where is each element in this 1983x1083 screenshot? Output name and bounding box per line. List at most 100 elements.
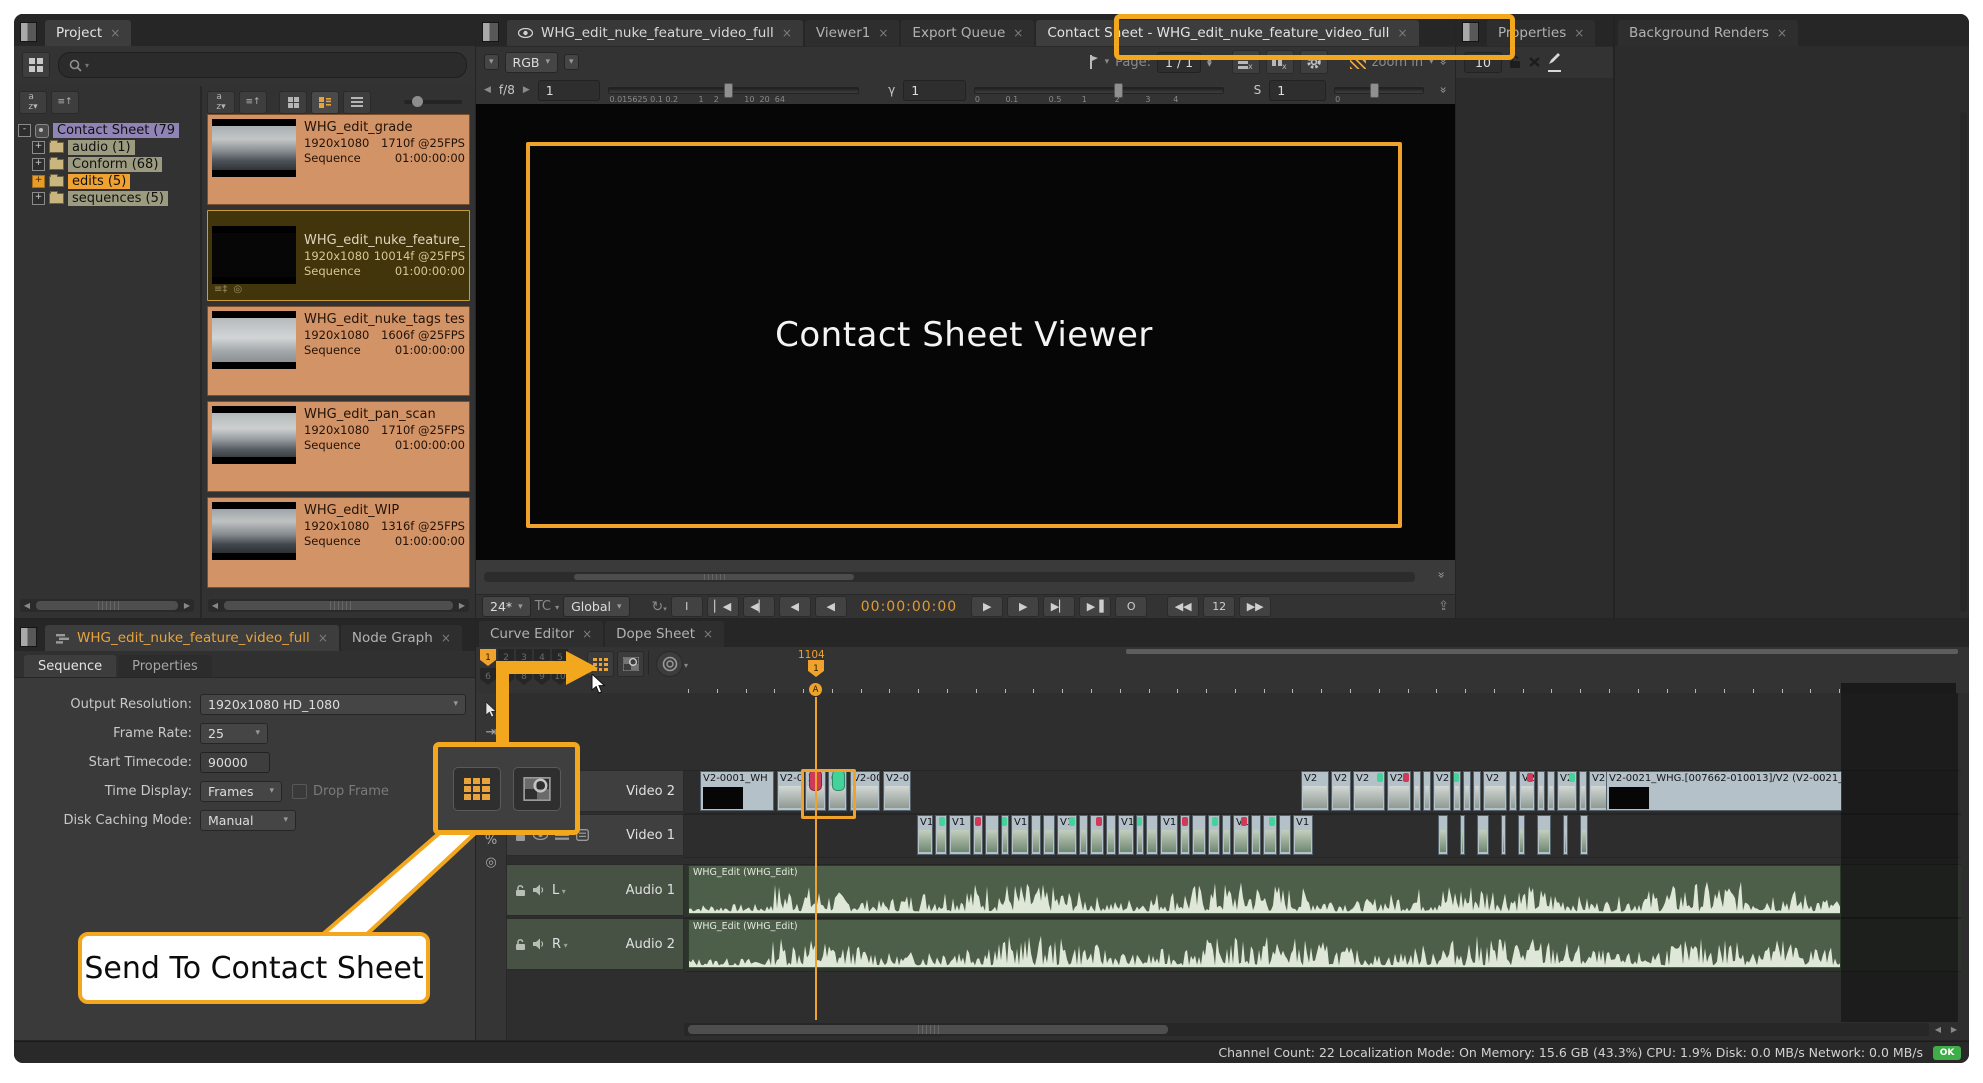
- timeline-clip[interactable]: [1413, 771, 1421, 811]
- timeline-hscrollbar[interactable]: [684, 1023, 1929, 1036]
- timeline-clip[interactable]: [1251, 815, 1261, 855]
- scrollbar-thumb[interactable]: [574, 574, 854, 580]
- range-dropdown[interactable]: Global▾: [563, 596, 629, 617]
- timeline-clip[interactable]: [1423, 771, 1431, 811]
- timeline-clip[interactable]: [1146, 815, 1158, 855]
- timeline-clip[interactable]: [1547, 771, 1555, 811]
- detail-view-button[interactable]: [311, 91, 339, 114]
- timeline-clip[interactable]: [1222, 815, 1231, 855]
- tab-properties[interactable]: Properties ×: [1487, 20, 1595, 46]
- contact-sheet-cols-button[interactable]: x: [1266, 50, 1294, 74]
- scroll-right-icon[interactable]: ▶: [455, 599, 469, 612]
- rate-value[interactable]: 12: [1203, 596, 1235, 617]
- gamma-value[interactable]: 1: [903, 80, 966, 101]
- goto-start-button[interactable]: ▏◀: [707, 596, 739, 617]
- playhead-line[interactable]: [815, 697, 817, 1020]
- tab-node-graph[interactable]: Node Graph ×: [341, 625, 462, 651]
- prev-edit-button[interactable]: ◀▏: [743, 596, 775, 617]
- timeline-clip[interactable]: [1463, 771, 1471, 811]
- timeline-clip[interactable]: V2: [1433, 771, 1451, 811]
- timeline-clip[interactable]: V2: [1301, 771, 1329, 811]
- scroll-right-icon[interactable]: ▶: [180, 599, 194, 612]
- node-count-field[interactable]: 10: [1464, 52, 1502, 73]
- clip-card[interactable]: WHG_edit_pan_scan1920x10801710f @25FPSSe…: [207, 401, 470, 492]
- panel-menu-icon[interactable]: [20, 22, 37, 42]
- timeline-clip[interactable]: [1509, 771, 1517, 811]
- timeline-clip[interactable]: V1: [949, 815, 971, 855]
- tab-viewer1[interactable]: Viewer1 ×: [805, 20, 900, 46]
- saturation-slider[interactable]: 0: [1334, 87, 1424, 94]
- playhead-badge[interactable]: A: [809, 683, 822, 696]
- gain-slider[interactable]: 0.015625 0.1 0.2 1 2 10 20 64: [608, 87, 858, 94]
- tree-toggle-icon[interactable]: +: [32, 175, 45, 188]
- mini-dropdown[interactable]: ▾: [484, 54, 499, 70]
- timeline-clip[interactable]: V2-0(: [883, 771, 911, 811]
- chevron-down-icon[interactable]: ▾: [1429, 57, 1434, 67]
- timeline-clip[interactable]: [1579, 771, 1587, 811]
- close-icon[interactable]: ×: [1013, 27, 1023, 39]
- close-icon[interactable]: ×: [878, 27, 888, 39]
- tree-toggle-icon[interactable]: +: [32, 192, 45, 205]
- timeline-clip[interactable]: [1279, 815, 1291, 855]
- timeline-clip[interactable]: [1501, 815, 1506, 855]
- layer-dropdown[interactable]: ▾: [564, 54, 579, 70]
- timeline-clip[interactable]: [1438, 815, 1448, 855]
- view-mode-button[interactable]: [22, 52, 50, 78]
- edit-mode-toggle[interactable]: [1548, 52, 1561, 72]
- timeline-clip[interactable]: [1090, 815, 1104, 855]
- loop-mode-icon[interactable]: ↻▾: [652, 599, 667, 615]
- scroll-right-icon[interactable]: ▶: [1947, 1023, 1961, 1036]
- flag-icon[interactable]: [1089, 55, 1099, 69]
- timeline-clip[interactable]: V2: [1387, 771, 1411, 811]
- close-icon[interactable]: ×: [703, 628, 713, 640]
- close-icon[interactable]: ×: [582, 628, 592, 640]
- viewer-hscrollbar[interactable]: [484, 572, 1415, 582]
- clip-card[interactable]: WHG_edit_nuke_feature_video_full1920x108…: [207, 210, 470, 301]
- viewer-canvas[interactable]: Contact Sheet Viewer: [476, 104, 1455, 560]
- clip-card[interactable]: WHG_edit_WIP1920x10801316f @25FPSSequenc…: [207, 497, 470, 588]
- time-display-select[interactable]: Frames▾: [200, 781, 282, 802]
- thumbnail-size-slider[interactable]: [404, 100, 462, 104]
- timeline-clip[interactable]: V2: [1519, 771, 1535, 811]
- bin-tree-item[interactable]: +Conform (68): [18, 156, 200, 173]
- timeline-clip[interactable]: V2: [1331, 771, 1351, 811]
- lock-icon[interactable]: [1509, 55, 1521, 69]
- increase-rate-button[interactable]: ▶▶: [1239, 596, 1271, 617]
- next-edit-button[interactable]: ▶▏: [1043, 596, 1075, 617]
- timeline-clip[interactable]: [1001, 815, 1009, 855]
- tab-dope-sheet[interactable]: Dope Sheet ×: [605, 621, 724, 647]
- scrollbar-thumb[interactable]: [688, 1025, 1168, 1034]
- timeline-clip[interactable]: [1473, 771, 1481, 811]
- timeline-clip[interactable]: V1: [1057, 815, 1077, 855]
- timeline-clip[interactable]: V2-0021_WHG.[007662-010013]/V2 (V2-0021_…: [1606, 771, 1842, 811]
- timeline-clip[interactable]: V1: [1293, 815, 1313, 855]
- tree-toggle-icon[interactable]: +: [32, 141, 45, 154]
- gamma-slider[interactable]: 0 0.1 0.5 1 2 3 4: [974, 87, 1224, 94]
- timeline-clip[interactable]: [1537, 815, 1551, 855]
- close-icon[interactable]: ×: [441, 632, 451, 644]
- timeline-clip[interactable]: [1537, 771, 1545, 811]
- bin-tree-item[interactable]: +sequences (5): [18, 190, 200, 207]
- play-backward-button[interactable]: ◀: [779, 596, 811, 617]
- frame-rate-select[interactable]: 25▾: [200, 723, 268, 744]
- arrow-right-icon[interactable]: ▶: [523, 85, 530, 95]
- gain-value[interactable]: 1: [538, 80, 601, 101]
- timeline-clip[interactable]: [1136, 815, 1144, 855]
- timeline-clip[interactable]: [1518, 815, 1525, 855]
- timeline-clip[interactable]: [1106, 815, 1116, 855]
- bin-tree-hscrollbar[interactable]: ◀ ▶: [20, 599, 194, 612]
- bin-list-hscrollbar[interactable]: ◀ ▶: [208, 599, 469, 612]
- vertical-scrollbar[interactable]: [1960, 112, 1967, 612]
- chevron-double-icon[interactable]: »: [1434, 571, 1448, 578]
- timeline-clip[interactable]: [1477, 815, 1489, 855]
- set-in-button[interactable]: I: [671, 596, 703, 617]
- scrollbar-thumb[interactable]: [224, 601, 453, 610]
- slider-knob[interactable]: [1370, 83, 1379, 98]
- channel-dropdown[interactable]: RGB▾: [505, 52, 558, 73]
- sort-order-button[interactable]: ≡↑: [239, 91, 267, 114]
- subtab-sequence[interactable]: Sequence: [24, 655, 116, 677]
- start-timecode-field[interactable]: 90000: [200, 752, 270, 773]
- audio-clip[interactable]: WHG_Edit (WHG_Edit): [688, 865, 1841, 915]
- chevron-double-icon[interactable]: »: [1436, 86, 1450, 93]
- timeline-clip[interactable]: V1: [1118, 815, 1134, 855]
